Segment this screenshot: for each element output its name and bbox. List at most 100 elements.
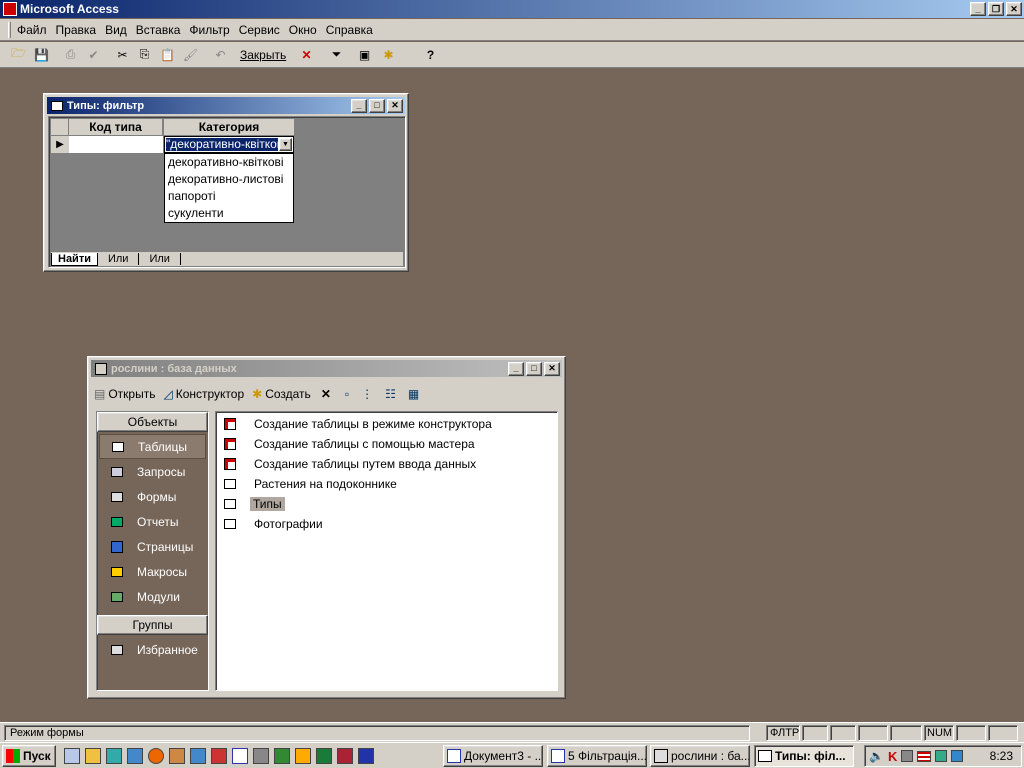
undo-icon[interactable]: ↶ [210, 44, 231, 65]
object-item-modules[interactable]: Модули [97, 584, 208, 609]
save-icon[interactable]: 💾 [31, 44, 52, 65]
close-filter-button[interactable]: Закрыть [240, 48, 286, 62]
create-button[interactable]: Создать [265, 387, 311, 401]
delete-icon[interactable]: ✕ [321, 387, 331, 401]
open-folder-icon[interactable]: 🗁 [8, 44, 29, 65]
group-item-favorites[interactable]: Избранное [97, 637, 208, 662]
close-button[interactable]: ✕ [1006, 2, 1022, 16]
report-icon [111, 516, 123, 527]
minimize-button[interactable]: _ [351, 98, 367, 113]
app-icon[interactable] [148, 748, 164, 764]
task-button[interactable]: рослини : ба... [650, 745, 750, 767]
database-window-titlebar[interactable]: рослини : база данных _ □ ✕ [91, 360, 562, 377]
app-icon[interactable] [211, 748, 227, 764]
show-desktop-icon[interactable] [64, 748, 80, 764]
tab-or[interactable]: Или [139, 253, 181, 265]
start-button[interactable]: Пуск [2, 745, 56, 767]
access-icon[interactable] [337, 748, 353, 764]
list-item[interactable]: Создание таблицы путем ввода данных [216, 454, 557, 474]
app-icon[interactable] [190, 748, 206, 764]
record-selector[interactable]: ▶ [51, 136, 69, 153]
apply-filter-icon[interactable]: ⏷ [326, 44, 347, 65]
tab-or[interactable]: Или [98, 253, 140, 265]
column-header-code[interactable]: Код типа [69, 119, 163, 135]
dropdown-arrow-icon[interactable]: ▼ [279, 138, 292, 151]
excel-icon[interactable] [316, 748, 332, 764]
task-button-active[interactable]: Типы: філ... [754, 745, 854, 767]
menu-filter[interactable]: Фильтр [189, 23, 229, 37]
small-icons-icon[interactable]: ⋮ [361, 387, 373, 401]
list-item[interactable]: Создание таблицы в режиме конструктора [216, 414, 557, 434]
app-icon[interactable] [169, 748, 185, 764]
network-status-icon[interactable] [901, 750, 914, 762]
menu-help[interactable]: Справка [326, 23, 373, 37]
menu-edit[interactable]: Правка [56, 23, 97, 37]
volume-icon[interactable]: 🔈 [869, 749, 884, 763]
menu-file[interactable]: Файл [17, 23, 47, 37]
object-item-forms[interactable]: Формы [97, 484, 208, 509]
design-button[interactable]: Конструктор [176, 387, 244, 401]
large-icons-icon[interactable]: ▫ [345, 387, 349, 401]
dropdown-option[interactable]: декоративно-квіткові [165, 154, 293, 171]
new-object-icon[interactable]: ✱ [378, 44, 399, 65]
close-button[interactable]: ✕ [544, 361, 560, 376]
app-icon[interactable] [127, 748, 143, 764]
objects-header[interactable]: Объекты [97, 412, 208, 432]
tray-icon[interactable] [935, 750, 948, 762]
filter-window-titlebar[interactable]: Типы: фильтр _ □ ✕ [47, 97, 405, 114]
format-painter-icon[interactable]: 🖌 [180, 44, 201, 65]
help-icon[interactable]: ? [420, 44, 441, 65]
spellcheck-icon[interactable]: ✔ [83, 44, 104, 65]
menu-insert[interactable]: Вставка [136, 23, 181, 37]
list-item[interactable]: Растения на подоконнике [216, 474, 557, 494]
list-view-icon[interactable]: ☷ [385, 387, 396, 401]
menu-tools[interactable]: Сервис [239, 23, 280, 37]
app-icon[interactable] [295, 748, 311, 764]
clear-grid-icon[interactable]: ✕ [296, 44, 317, 65]
tab-find[interactable]: Найти [51, 252, 98, 266]
tray-icon[interactable] [951, 750, 964, 762]
list-item[interactable]: Фотографии [216, 514, 557, 534]
open-button[interactable]: Открыть [108, 387, 155, 401]
app-icon[interactable] [253, 748, 269, 764]
network-icon[interactable] [106, 748, 122, 764]
menu-view[interactable]: Вид [105, 23, 127, 37]
language-flag-icon[interactable] [917, 750, 932, 762]
object-item-queries[interactable]: Запросы [97, 459, 208, 484]
task-label: 5 Фільтрація... [568, 749, 647, 763]
app-icon[interactable] [274, 748, 290, 764]
code-cell[interactable] [69, 136, 163, 153]
minimize-button[interactable]: _ [970, 2, 986, 16]
cut-icon[interactable]: ✂ [112, 44, 133, 65]
list-item[interactable]: Типы [216, 494, 557, 514]
object-item-tables[interactable]: Таблицы [99, 434, 206, 459]
groups-header[interactable]: Группы [97, 615, 208, 635]
category-combo[interactable]: "декоративно-квіткові" ▼ [164, 136, 294, 153]
word-icon[interactable] [358, 748, 374, 764]
column-header-category[interactable]: Категория [164, 119, 294, 135]
database-window-icon[interactable]: ▣ [354, 44, 375, 65]
access-logo-icon [3, 2, 17, 16]
details-view-icon[interactable]: ▦ [408, 387, 419, 401]
minimize-button[interactable]: _ [508, 361, 524, 376]
maximize-button[interactable]: □ [369, 98, 385, 113]
restore-button[interactable]: ❐ [988, 2, 1004, 16]
list-item[interactable]: Создание таблицы с помощью мастера [216, 434, 557, 454]
maximize-button[interactable]: □ [526, 361, 542, 376]
menu-window[interactable]: Окно [289, 23, 317, 37]
task-button[interactable]: Документ3 - ... [443, 745, 543, 767]
antivirus-icon[interactable]: K [888, 749, 897, 764]
word-icon[interactable] [232, 748, 248, 764]
task-button[interactable]: 5 Фільтрація... [547, 745, 647, 767]
explorer-icon[interactable] [85, 748, 101, 764]
dropdown-option[interactable]: папороті [165, 188, 293, 205]
object-item-reports[interactable]: Отчеты [97, 509, 208, 534]
object-item-macros[interactable]: Макросы [97, 559, 208, 584]
copy-icon[interactable]: ⎘ [134, 44, 155, 65]
paste-icon[interactable]: 📋 [157, 44, 178, 65]
dropdown-option[interactable]: сукуленти [165, 205, 293, 222]
close-button[interactable]: ✕ [387, 98, 403, 113]
print-icon[interactable]: ⎙ [60, 44, 81, 65]
dropdown-option[interactable]: декоративно-листові [165, 171, 293, 188]
object-item-pages[interactable]: Страницы [97, 534, 208, 559]
